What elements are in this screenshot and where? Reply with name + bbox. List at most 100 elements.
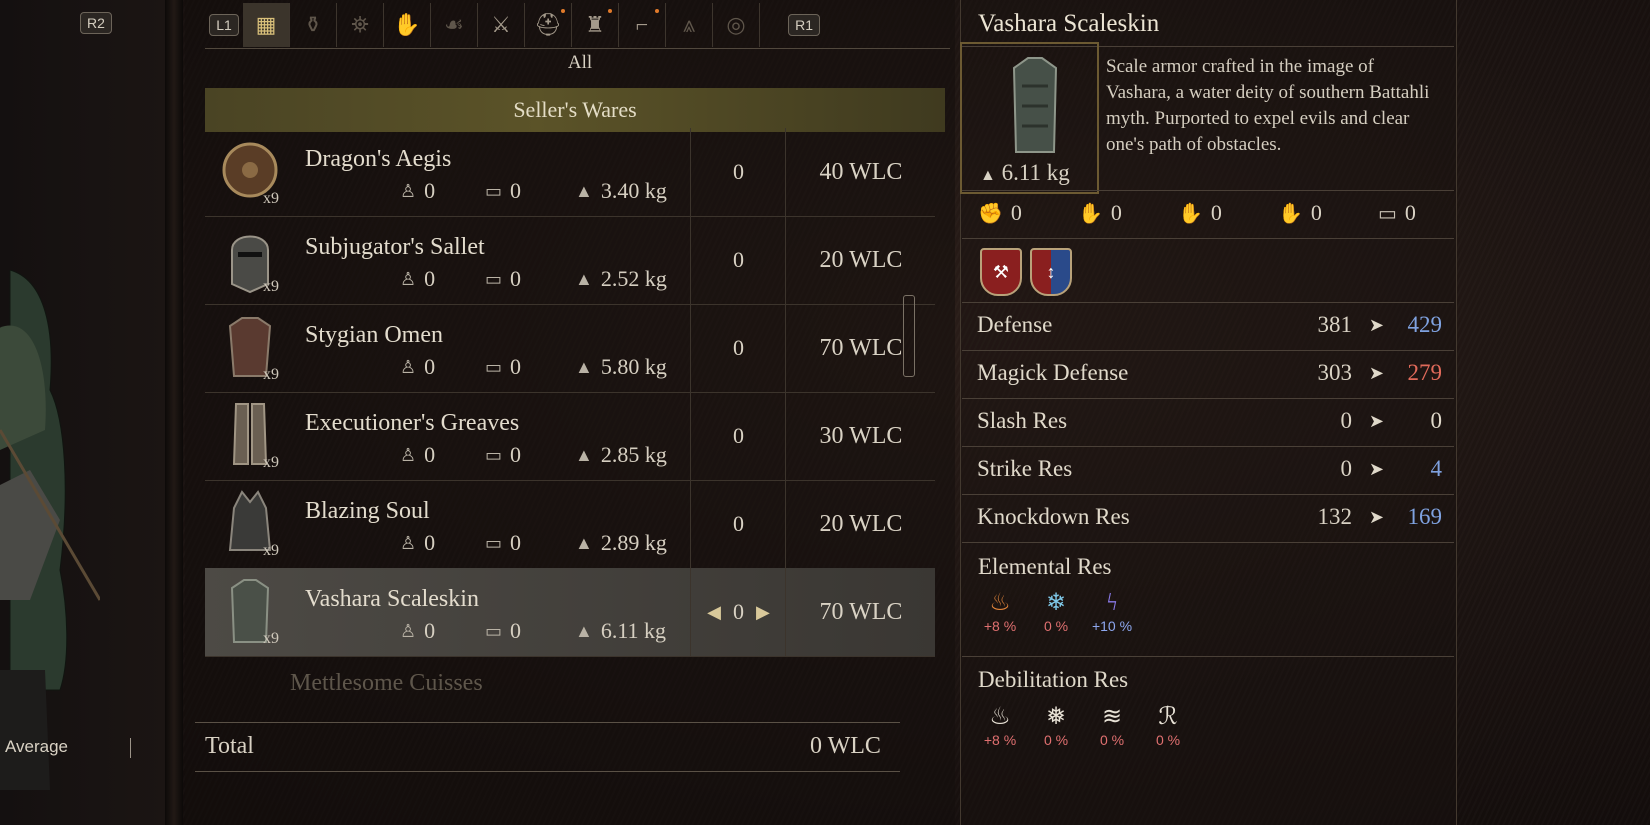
elemental-res-title: Elemental Res <box>978 554 1112 579</box>
quantity-stepper[interactable]: ◀ 0 ▶ <box>690 568 786 656</box>
helmet-icon: ⛑ <box>534 12 562 37</box>
item-price-value: 20 WLC <box>819 246 903 273</box>
item-count-value: 0 <box>733 599 744 624</box>
item-weight: ▲ 2.85 kg <box>575 442 667 468</box>
chest-icon: ▭ <box>485 532 503 553</box>
l1-button-hint[interactable]: L1 <box>205 14 243 36</box>
arrow-right-icon: ➤ <box>1368 315 1384 335</box>
item-name: Blazing Soul <box>305 498 430 524</box>
tar-icon: ℛ <box>1158 704 1178 730</box>
tab-head-armor[interactable]: ⛑ <box>525 3 572 47</box>
item-stat-2: ▭ 0 <box>485 354 521 380</box>
detail-title: Vashara Scaleskin <box>978 10 1160 37</box>
item-quantity: x9 <box>263 542 279 559</box>
debilitation-res-burn: ♨ +8 % <box>976 702 1024 748</box>
item-name: Vashara Scaleskin <box>305 586 479 612</box>
fire-icon: ♨ <box>989 590 1011 616</box>
debilitation-res-frozen: ❅ 0 % <box>1032 702 1080 748</box>
item-weight-value: 6.11 kg <box>600 618 667 643</box>
tab-cloaks[interactable]: ⩓ <box>666 3 713 47</box>
detail-weight: ▲ 6.11 kg <box>980 160 1070 186</box>
item-count[interactable]: 0 <box>690 304 786 392</box>
list-item-selected[interactable]: x9 Vashara Scaleskin ♙ 0 ▭ 0 ▲ 6.11 kg ◀ 0 … <box>205 568 935 657</box>
decrease-arrow-icon[interactable]: ◀ <box>707 602 721 623</box>
item-stat-2: ▭ 0 <box>485 442 521 468</box>
weight-icon: ▲ <box>575 444 593 465</box>
tab-monster-parts[interactable]: ☙ <box>431 3 478 47</box>
elemental-res-ice: ❄ 0 % <box>1032 588 1080 634</box>
item-weight: ▲ 5.80 kg <box>575 354 667 380</box>
armor-icon: ♜ <box>585 12 605 37</box>
item-price: 40 WLC <box>785 128 936 216</box>
r1-button-hint[interactable]: R1 <box>760 14 820 36</box>
res-value: +8 % <box>983 618 1017 634</box>
item-weight: ▲ 3.40 kg <box>575 178 667 204</box>
tab-materials[interactable]: ✋ <box>384 3 431 47</box>
burn-icon: ♨ <box>989 704 1011 730</box>
item-count-value: 0 <box>733 335 744 360</box>
scrollbar[interactable] <box>903 295 915 377</box>
stat-row-magick-defense: Magick Defense 303 ➤ 279 <box>962 351 1454 399</box>
arrow-right-icon: ➤ <box>1368 363 1384 383</box>
item-weight: ▲ 6.11 kg <box>575 618 666 644</box>
tab-leg-armor[interactable]: ⌐ <box>619 3 666 47</box>
item-stat-2: ▭ 0 <box>485 178 521 204</box>
fist-icon: ✊ <box>978 202 1003 225</box>
panel-divider <box>165 0 183 825</box>
res-value: +10 % <box>1091 618 1133 634</box>
magic-hand-icon: ✋ <box>1078 202 1103 225</box>
list-item-partial[interactable]: Mettlesome Cuisses <box>290 670 483 697</box>
list-item[interactable]: x9 Stygian Omen ♙ 0 ▭ 0 ▲ 5.80 kg 0 70 WLC <box>205 304 935 393</box>
character-model <box>0 270 100 790</box>
item-count[interactable]: 0 <box>690 392 786 480</box>
item-price-value: 20 WLC <box>819 510 903 537</box>
item-count[interactable]: 0 <box>690 480 786 568</box>
item-price: 20 WLC <box>785 216 936 304</box>
tab-tools[interactable]: ⛯ <box>337 3 384 47</box>
chest-icon: ▭ <box>485 444 503 465</box>
stat-label: Magick Defense <box>977 360 1129 385</box>
boot-icon: ⌐ <box>635 12 649 37</box>
attribute-value: 0 <box>1110 200 1122 225</box>
list-item[interactable]: x9 Dragon's Aegis ♙ 0 ▭ 0 ▲ 3.40 kg 0 40 WL… <box>205 128 935 217</box>
list-item[interactable]: x9 Blazing Soul ♙ 0 ▭ 0 ▲ 2.89 kg 0 20 WLC <box>205 480 935 569</box>
r2-button-hint[interactable]: R2 <box>80 12 112 34</box>
list-item[interactable]: x9 Subjugator's Sallet ♙ 0 ▭ 0 ▲ 2.52 kg 0 … <box>205 216 935 305</box>
tab-body-armor[interactable]: ♜ <box>572 3 619 47</box>
item-price-value: 30 WLC <box>819 422 903 449</box>
category-label: All <box>567 52 593 73</box>
list-item[interactable]: x9 Executioner's Greaves ♙ 0 ▭ 0 ▲ 2.85 kg … <box>205 392 935 481</box>
item-stat-1-value: 0 <box>424 178 436 203</box>
tab-all[interactable]: ▦ <box>243 3 290 47</box>
increase-arrow-icon[interactable]: ▶ <box>756 602 770 623</box>
item-stat-2-value: 0 <box>510 354 522 379</box>
open-hand-icon: ✋ <box>1278 202 1303 225</box>
tab-consumables[interactable]: ⚱ <box>290 3 337 47</box>
item-weight-value: 5.80 kg <box>600 354 667 379</box>
item-stat-2-value: 0 <box>510 266 522 291</box>
stat-new: 429 <box>1407 312 1443 337</box>
item-count[interactable]: 0 <box>690 128 786 216</box>
item-stat-2: ▭ 0 <box>485 266 521 292</box>
attribute-capacity: ▭ 0 <box>1378 200 1478 226</box>
item-quantity: x9 <box>263 454 279 471</box>
item-stat-1-value: 0 <box>424 266 436 291</box>
flask-icon: ♙ <box>400 532 417 553</box>
item-count[interactable]: 0 <box>690 216 786 304</box>
item-name: Stygian Omen <box>305 322 443 348</box>
drench-icon: ≋ <box>1101 704 1123 730</box>
item-count-value: 0 <box>733 247 744 272</box>
tab-rings[interactable]: ◎ <box>713 3 760 47</box>
r2-label: R2 <box>80 12 112 34</box>
stat-label: Slash Res <box>977 408 1068 433</box>
item-quantity: x9 <box>263 190 279 207</box>
flask-icon: ♙ <box>400 180 417 201</box>
grid-icon: ▦ <box>255 12 277 37</box>
item-price: 70 WLC <box>785 568 936 656</box>
tab-weapons[interactable]: ⚔ <box>478 3 525 47</box>
attribute-strength: ✊ 0 <box>978 200 1078 226</box>
debilitation-res-tar: ℛ 0 % <box>1144 702 1192 748</box>
item-stat-1-value: 0 <box>424 618 436 643</box>
lantern-icon: ⛯ <box>351 12 369 37</box>
item-stat-1: ♙ 0 <box>400 354 435 380</box>
